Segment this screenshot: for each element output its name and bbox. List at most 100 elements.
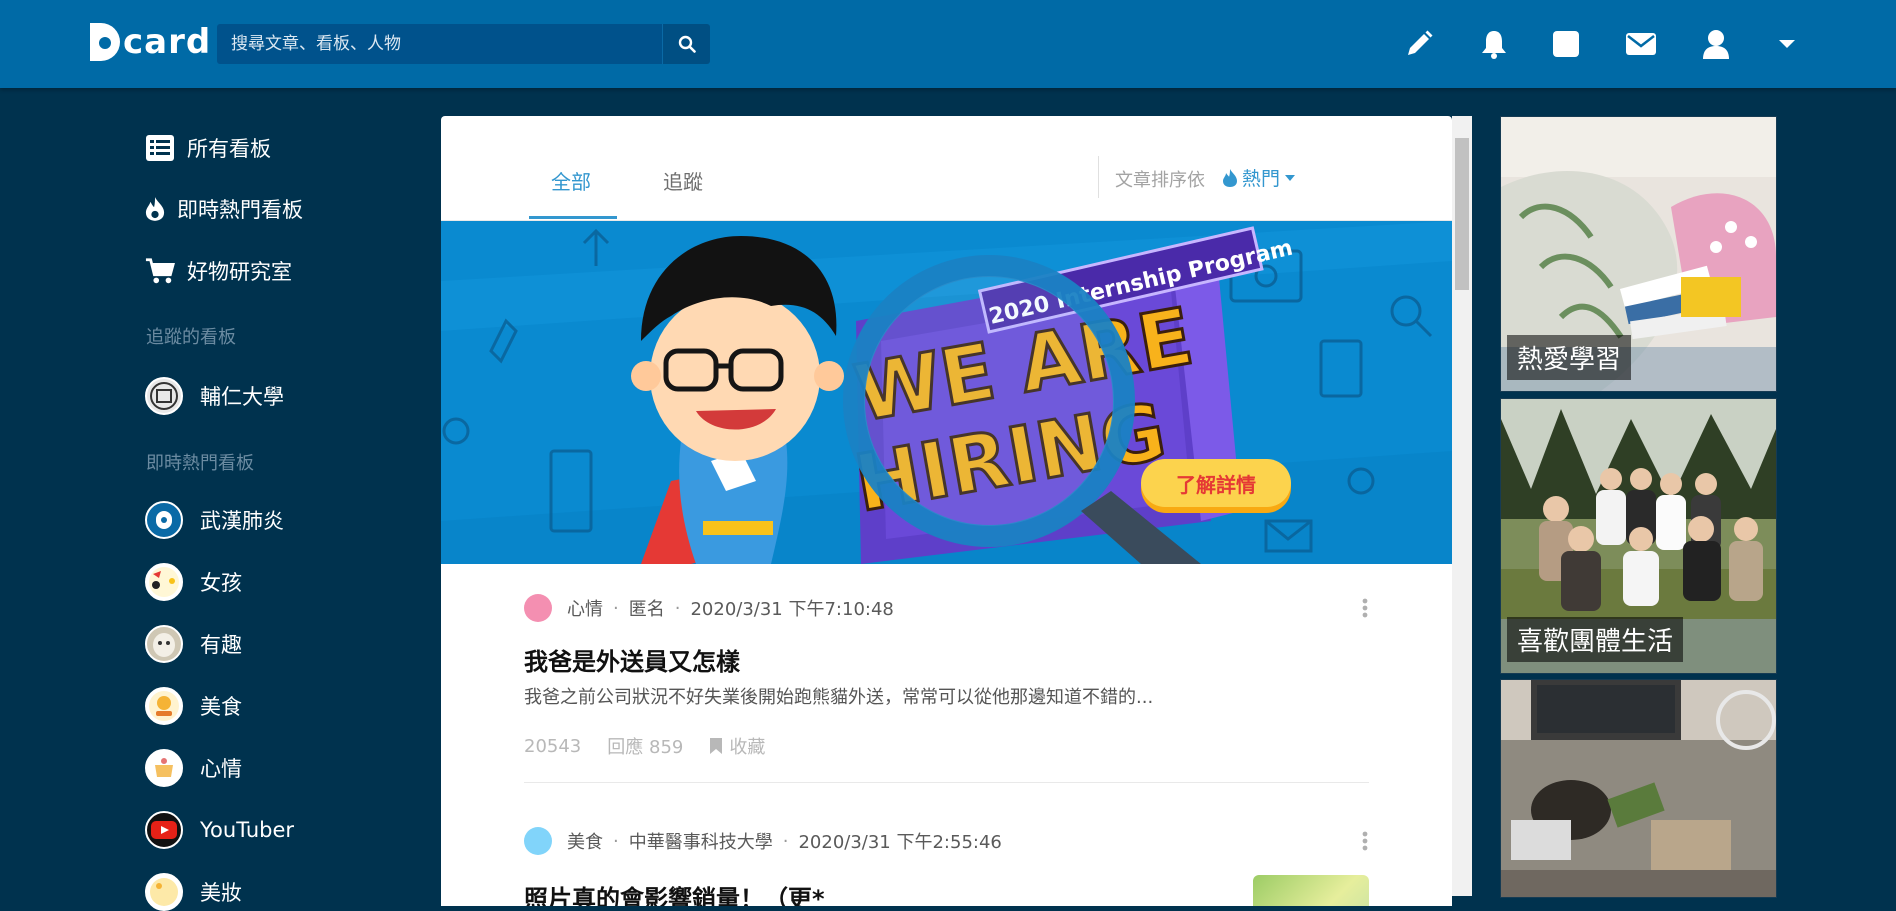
sidebar-item-goods-lab[interactable]: 好物研究室 bbox=[145, 256, 292, 286]
left-sidebar: 所有看板 即時熱門看板 好物研究室 追蹤的看板 輔仁大學 即時熱門看板 武漢肺炎… bbox=[0, 88, 420, 911]
banner-cta[interactable]: 了解詳情 bbox=[1176, 473, 1256, 497]
user-icon[interactable] bbox=[1699, 27, 1733, 61]
ad-card-learning[interactable]: 熱愛學習 bbox=[1500, 116, 1777, 392]
post-item[interactable]: 心情 · 匿名 · 2020/3/31 下午7:10:48 我爸是外送員又怎樣 … bbox=[524, 594, 1369, 759]
post-title[interactable]: 我爸是外送員又怎樣 bbox=[524, 642, 1369, 677]
board-avatar bbox=[145, 687, 183, 725]
mail-icon[interactable] bbox=[1624, 27, 1658, 61]
post-author: 匿名 bbox=[628, 599, 665, 620]
board-avatar bbox=[145, 377, 183, 415]
save-label: 收藏 bbox=[729, 737, 766, 758]
logo-text: card bbox=[123, 22, 212, 62]
more-options-icon[interactable] bbox=[1361, 831, 1369, 851]
search-bar bbox=[217, 24, 710, 64]
sidebar-item-fju[interactable]: 輔仁大學 bbox=[145, 377, 284, 415]
post-item[interactable]: 美食 · 中華醫事科技大學 · 2020/3/31 下午2:55:46 照片真的… bbox=[524, 827, 1369, 906]
card-icon[interactable] bbox=[1549, 27, 1583, 61]
sidebar-item-wuhan[interactable]: 武漢肺炎 bbox=[145, 501, 284, 539]
like-count: 20543 bbox=[524, 735, 582, 757]
sidebar-item-hot-boards[interactable]: 即時熱門看板 bbox=[145, 194, 303, 224]
cart-icon bbox=[145, 257, 175, 285]
comment-count: 回應 859 bbox=[607, 737, 684, 758]
post-board[interactable]: 美食 bbox=[567, 828, 603, 854]
sort-divider bbox=[1098, 156, 1099, 198]
sidebar-item-all-boards[interactable]: 所有看板 bbox=[145, 133, 271, 163]
hot-boards-heading: 即時熱門看板 bbox=[146, 453, 254, 474]
search-button[interactable] bbox=[662, 24, 710, 64]
save-button[interactable]: 收藏 bbox=[709, 733, 791, 759]
pencil-icon[interactable] bbox=[1402, 27, 1436, 61]
sort-value: 熱門 bbox=[1242, 168, 1281, 190]
board-label: YouTuber bbox=[200, 818, 295, 842]
sidebar-item-label: 所有看板 bbox=[187, 137, 271, 161]
post-title[interactable]: 照片真的會影響銷量！（更* bbox=[524, 879, 1369, 906]
sidebar-item-label: 好物研究室 bbox=[187, 260, 292, 284]
caret-down-icon[interactable] bbox=[1770, 27, 1804, 61]
scroll-thumb[interactable] bbox=[1455, 138, 1469, 290]
meta-separator: · bbox=[613, 597, 619, 619]
board-label: 美妝 bbox=[200, 881, 242, 905]
board-avatar bbox=[145, 563, 183, 601]
post-feed: 全部 追蹤 文章排序依 熱門 2020 Internship Program W… bbox=[441, 116, 1452, 906]
flame-icon bbox=[145, 195, 165, 223]
post-excerpt: 我爸之前公司狀況不好失業後開始跑熊貓外送，常常可以從他那邊知道不錯的... bbox=[524, 687, 1154, 708]
tab-following[interactable]: 追蹤 bbox=[663, 166, 703, 195]
hiring-banner[interactable]: 2020 Internship Program WE ARE HIRING 了解… bbox=[441, 221, 1452, 564]
more-options-icon[interactable] bbox=[1361, 598, 1369, 618]
sidebar-item-funny[interactable]: 有趣 bbox=[145, 625, 242, 663]
board-label: 輔仁大學 bbox=[200, 385, 284, 409]
post-meta: 美食 · 中華醫事科技大學 · 2020/3/31 下午2:55:46 bbox=[524, 827, 1369, 855]
board-avatar bbox=[145, 501, 183, 539]
board-dot bbox=[524, 594, 552, 622]
post-author: 中華醫事科技大學 bbox=[628, 832, 773, 853]
post-meta: 心情 · 匿名 · 2020/3/31 下午7:10:48 bbox=[524, 594, 1369, 622]
tab-all[interactable]: 全部 bbox=[551, 166, 591, 195]
followed-boards-heading: 追蹤的看板 bbox=[146, 327, 236, 348]
board-label: 心情 bbox=[200, 757, 242, 781]
post-board[interactable]: 心情 bbox=[567, 595, 603, 621]
post-time: 2020/3/31 下午7:10:48 bbox=[690, 599, 894, 620]
sidebar-item-food[interactable]: 美食 bbox=[145, 687, 242, 725]
post-stats: 20543 回應 859 收藏 bbox=[524, 733, 1369, 759]
ad-caption: 喜歡團體生活 bbox=[1507, 617, 1684, 662]
post-thumbnail[interactable] bbox=[1253, 875, 1369, 906]
board-label: 女孩 bbox=[200, 571, 242, 595]
board-label: 有趣 bbox=[200, 633, 242, 657]
board-avatar bbox=[145, 749, 183, 787]
bookmark-icon bbox=[710, 738, 723, 754]
search-input[interactable] bbox=[217, 24, 663, 64]
top-navbar: card bbox=[0, 0, 1896, 88]
ad-card-group-life[interactable]: 喜歡團體生活 bbox=[1500, 398, 1777, 674]
board-label: 美食 bbox=[200, 695, 242, 719]
sort-label: 文章排序依 bbox=[1115, 170, 1205, 191]
feed-scrollbar[interactable] bbox=[1452, 116, 1472, 896]
board-avatar bbox=[145, 873, 183, 911]
banner-illustration: 2020 Internship Program WE ARE HIRING 了解… bbox=[441, 221, 1452, 564]
logo-mark bbox=[90, 23, 120, 61]
list-icon bbox=[145, 135, 175, 161]
bell-icon[interactable] bbox=[1477, 27, 1511, 61]
active-tab-indicator bbox=[529, 216, 617, 219]
meta-separator: · bbox=[782, 830, 789, 852]
board-avatar bbox=[145, 625, 183, 663]
post-time: 2020/3/31 下午2:55:46 bbox=[798, 832, 1002, 853]
dcard-logo[interactable]: card bbox=[90, 20, 211, 64]
sidebar-item-mood[interactable]: 心情 bbox=[145, 749, 242, 787]
ad-photo bbox=[1501, 680, 1776, 897]
ad-caption: 熱愛學習 bbox=[1507, 335, 1632, 380]
board-avatar bbox=[145, 811, 183, 849]
board-label: 武漢肺炎 bbox=[200, 509, 284, 533]
sort-dropdown[interactable]: 熱門 bbox=[1222, 164, 1296, 191]
sidebar-item-makeup[interactable]: 美妝 bbox=[145, 873, 242, 911]
sidebar-item-youtuber[interactable]: YouTuber bbox=[145, 811, 294, 849]
meta-separator: · bbox=[674, 597, 681, 619]
search-icon bbox=[678, 35, 696, 53]
sidebar-item-label: 即時熱門看板 bbox=[177, 198, 303, 222]
post-divider bbox=[524, 782, 1369, 783]
caret-down-icon bbox=[1285, 174, 1296, 181]
feed-tabs: 全部 追蹤 文章排序依 熱門 bbox=[441, 116, 1452, 221]
sidebar-item-girl[interactable]: 女孩 bbox=[145, 563, 242, 601]
ad-card-dorm[interactable] bbox=[1500, 679, 1777, 898]
board-dot bbox=[524, 827, 552, 855]
flame-icon bbox=[1223, 168, 1237, 187]
